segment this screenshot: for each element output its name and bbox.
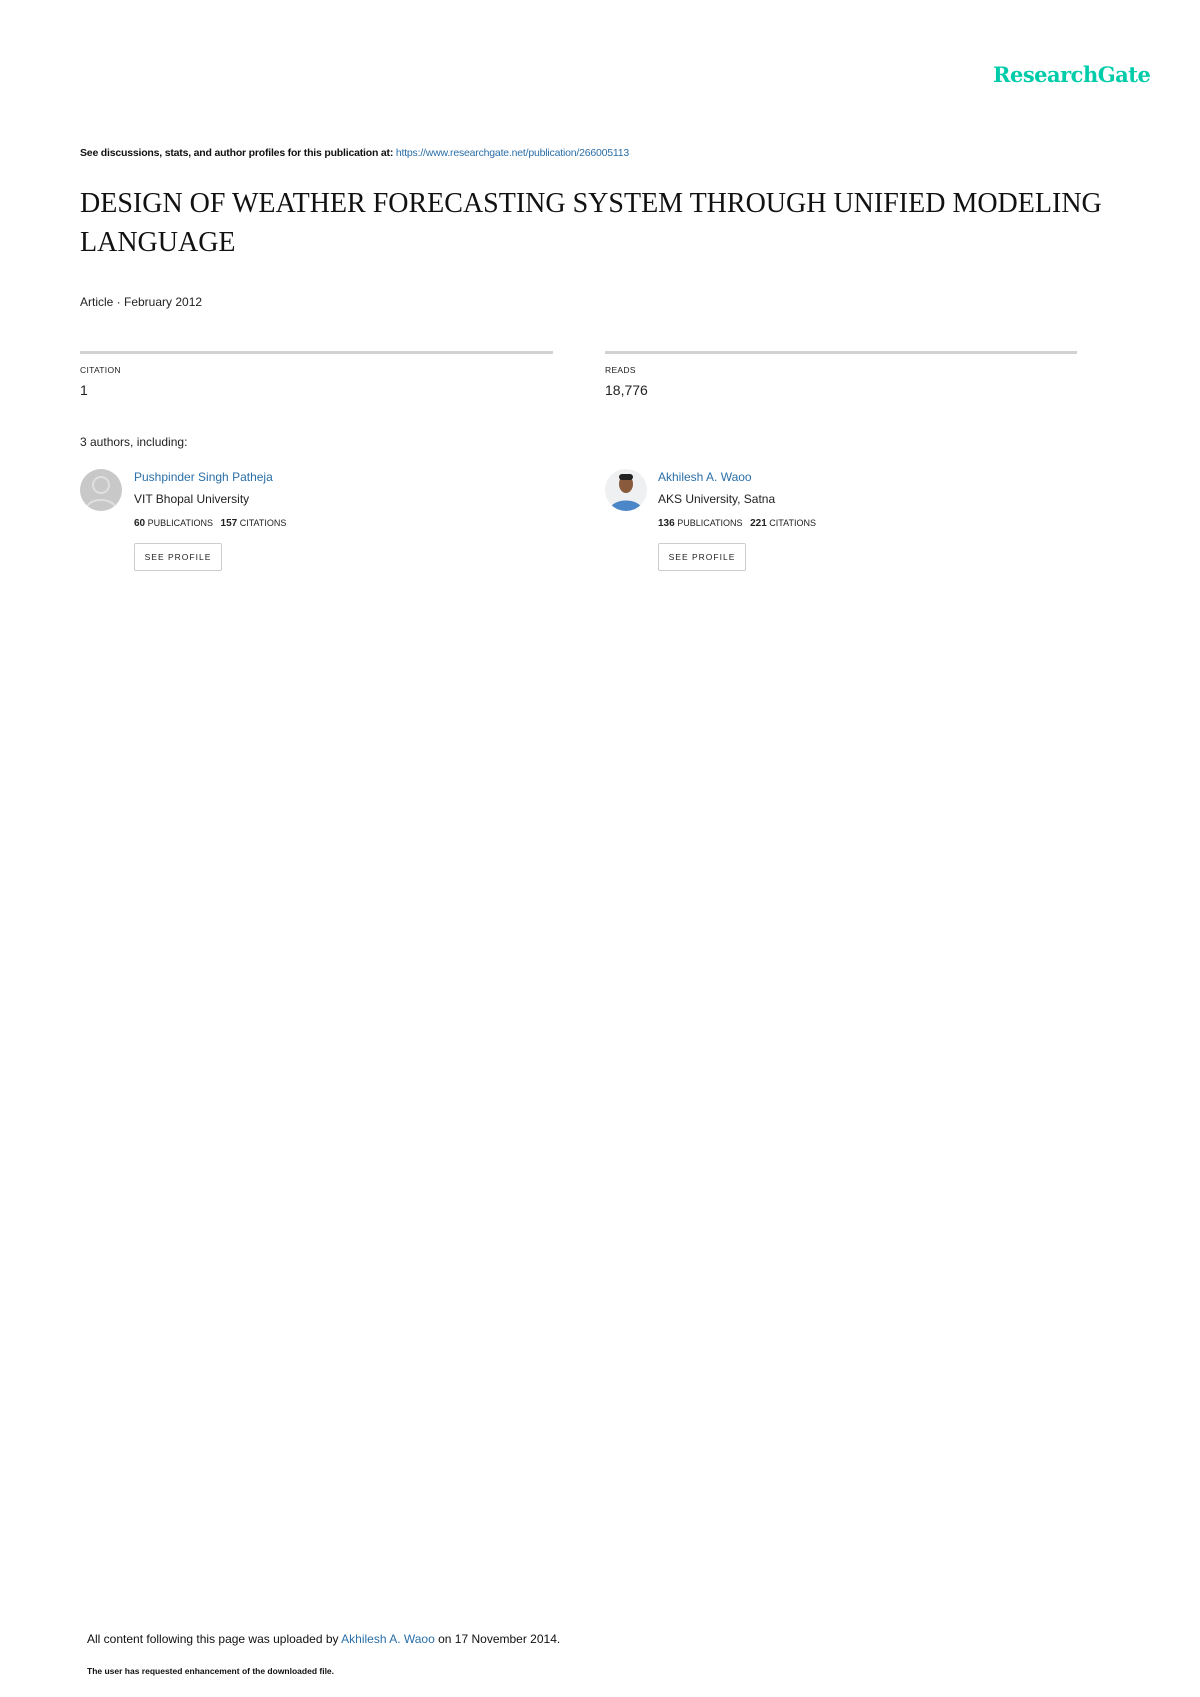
uploader-link[interactable]: Akhilesh A. Waoo [341,1632,435,1646]
citation-value: 1 [80,382,88,398]
upload-prefix: All content following this page was uplo… [87,1632,342,1646]
author-photo-icon[interactable] [605,469,647,511]
publications-label: PUBLICATIONS [677,518,743,528]
author-affiliation: VIT Bhopal University [134,492,250,506]
citations-label: CITATIONS [769,518,816,528]
researchgate-logo[interactable]: ResearchGate [993,62,1151,87]
divider [80,351,553,354]
page-title: DESIGN OF WEATHER FORECASTING SYSTEM THR… [80,188,1102,258]
citation-label: CITATION [80,365,121,375]
header-prefix: See discussions, stats, and author profi… [80,147,396,159]
page: ResearchGate See discussions, stats, and… [0,0,1200,1697]
avatar-placeholder-icon[interactable] [80,469,122,511]
author-name-link[interactable]: Akhilesh A. Waoo [658,470,752,484]
author-affiliation: AKS University, Satna [658,492,776,506]
publications-count: 136 [658,518,675,529]
citations-count: 157 [220,518,238,529]
publication-url-link[interactable]: https://www.researchgate.net/publication… [396,147,629,159]
see-profile-button[interactable]: SEE PROFILE [658,543,746,571]
publications-label: PUBLICATIONS [147,518,213,528]
upload-suffix: on 17 November 2014. [434,1632,561,1646]
author-stats: 60 PUBLICATIONS 157 CITATIONS [134,518,286,529]
upload-note: All content following this page was uplo… [87,1632,560,1646]
author-stats: 136 PUBLICATIONS 221 CITATIONS [658,518,816,529]
see-profile-button[interactable]: SEE PROFILE [134,543,222,571]
article-meta: Article · February 2012 [80,295,203,309]
reads-label: READS [605,365,636,375]
citations-count: 221 [750,518,767,529]
reads-value: 18,776 [605,382,648,398]
citations-label: CITATIONS [239,518,287,528]
enhancement-note: The user has requested enhancement of th… [87,1666,335,1676]
author-name-link[interactable]: Pushpinder Singh Patheja [134,470,273,484]
publication-link-line: See discussions, stats, and author profi… [80,147,629,159]
publications-count: 60 [134,518,146,529]
authors-heading: 3 authors, including: [80,435,188,449]
divider [605,351,1077,354]
